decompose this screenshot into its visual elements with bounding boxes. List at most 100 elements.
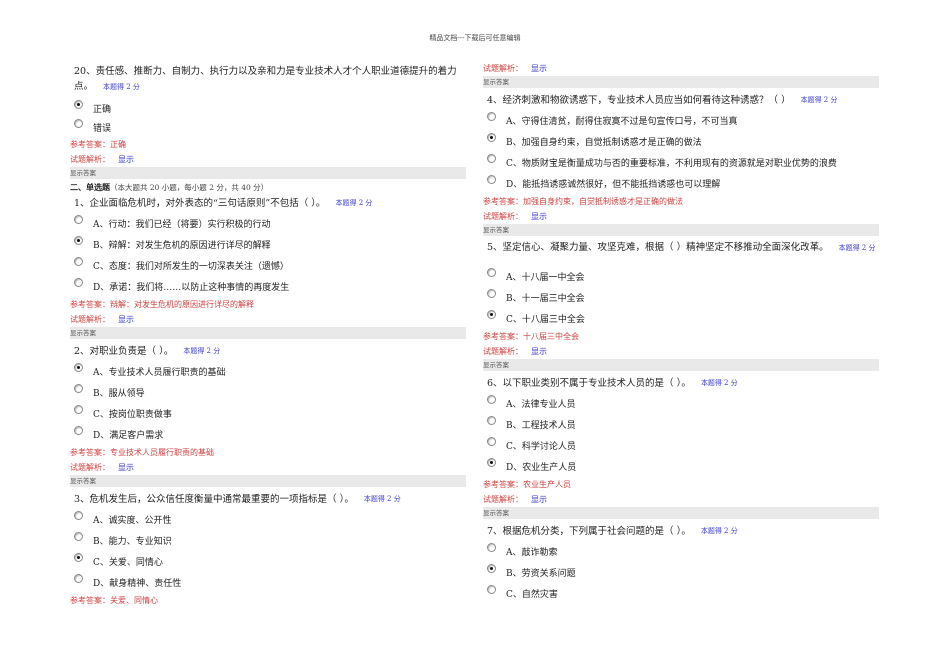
answer-option[interactable]: C、关爱、同情心 (70, 551, 466, 572)
document-page: 精品文档---下载后可任意编辑 20、责任感、推断力、自制力、执行力以及亲和力是… (0, 0, 950, 672)
reference-answer: 参考答案：正确 (70, 137, 466, 152)
radio-icon[interactable] (74, 532, 83, 541)
left-column: 20、责任感、推断力、自制力、执行力以及亲和力是专业技术人才个人职业道德提升的着… (70, 64, 466, 608)
radio-icon[interactable] (487, 154, 496, 163)
option-label: A、十八届一中全会 (506, 273, 585, 283)
answer-option[interactable]: B、辩解：对发生危机的原因进行详尽的解释 (70, 234, 466, 255)
radio-selected-icon[interactable] (487, 564, 496, 573)
option-label: D、能抵挡诱惑诚然很好，但不能抵挡诱惑也可以理解 (506, 180, 721, 190)
show-answer-bar[interactable]: 显示答案 (70, 327, 466, 339)
option-label: 错误 (93, 124, 112, 134)
reference-answer-label: 参考答案： (70, 140, 110, 149)
show-analysis-link[interactable]: 显示 (531, 212, 547, 221)
option-label: B、劳资关系问题 (506, 569, 576, 579)
show-answer-bar[interactable]: 显示答案 (483, 507, 879, 519)
answer-option[interactable]: A、行动：我们已经（将要）实行积极的行动 (70, 213, 466, 234)
reference-answer-label: 参考答案： (483, 197, 523, 206)
radio-icon[interactable] (487, 437, 496, 446)
radio-icon[interactable] (487, 268, 496, 277)
question-score: 本题得 2 分 (335, 198, 373, 207)
radio-selected-icon[interactable] (74, 363, 83, 372)
show-answer-bar[interactable]: 显示答案 (70, 475, 466, 487)
answer-option[interactable]: 正确 (70, 99, 466, 118)
radio-icon[interactable] (74, 405, 83, 414)
section-note: （本大题共 20 小题，每小题 2 分，共 40 分） (110, 183, 269, 192)
answer-option[interactable]: D、献身精神、责任性 (70, 572, 466, 593)
answer-option[interactable]: D、承诺：我们将……以防止这种事情的再度发生 (70, 276, 466, 297)
question-score: 本题得 2 分 (363, 494, 401, 503)
radio-icon[interactable] (74, 384, 83, 393)
option-label: C、十八届三中全会 (506, 315, 585, 325)
radio-selected-icon[interactable] (74, 100, 83, 109)
answer-option[interactable]: A、诚实度、公开性 (70, 509, 466, 530)
reference-answer-label: 参考答案： (70, 300, 110, 309)
answer-option[interactable]: B、能力、专业知识 (70, 530, 466, 551)
answer-option[interactable]: A、守得住清贫，耐得住寂寞不过是句宣传口号，不可当真 (483, 110, 879, 131)
answer-option[interactable]: C、科学讨论人员 (483, 435, 879, 456)
reference-answer-text: 十八届三中全会 (523, 332, 579, 341)
radio-icon[interactable] (74, 257, 83, 266)
reference-answer-text: 关爱、同情心 (110, 596, 158, 605)
analysis-label: 试题解析： (70, 315, 110, 324)
question-text: 1、企业面临危机时，对外表态的“三句话原则”不包括（ ）。 本题得 2 分 (70, 193, 466, 213)
show-analysis-link[interactable]: 显示 (118, 315, 134, 324)
answer-option[interactable]: A、十八届一中全会 (483, 266, 879, 287)
show-analysis-link[interactable]: 显示 (118, 155, 134, 164)
question-score: 本题得 2 分 (800, 95, 838, 104)
radio-icon[interactable] (487, 416, 496, 425)
answer-option[interactable]: B、十一届三中全会 (483, 287, 879, 308)
answer-option[interactable]: A、法律专业人员 (483, 393, 879, 414)
reference-answer-text: 农业生产人员 (523, 480, 571, 489)
radio-selected-icon[interactable] (74, 553, 83, 562)
radio-icon[interactable] (487, 543, 496, 552)
show-answer-bar[interactable]: 显示答案 (483, 76, 879, 88)
show-analysis-link[interactable]: 显示 (118, 463, 134, 472)
answer-option[interactable]: B、劳资关系问题 (483, 562, 879, 583)
answer-option[interactable]: C、态度：我们对所发生的一切深表关注（遗憾） (70, 255, 466, 276)
radio-icon[interactable] (487, 585, 496, 594)
radio-icon[interactable] (74, 426, 83, 435)
answer-option[interactable]: D、满足客户需求 (70, 424, 466, 445)
question-stem: 4、经济刺激和物欲诱惑下，专业技术人员应当如何看待这种诱惑？（ ） (487, 94, 791, 106)
show-analysis-link[interactable]: 显示 (531, 64, 547, 73)
show-answer-bar[interactable]: 显示答案 (483, 359, 879, 371)
answer-option[interactable]: C、按岗位职责做事 (70, 403, 466, 424)
option-label: C、按岗位职责做事 (93, 410, 172, 420)
analysis-label: 试题解析： (70, 463, 110, 472)
analysis-row: 试题解析： 显示 (70, 312, 466, 327)
answer-option[interactable]: B、加强自身约束，自觉抵制诱惑才是正确的做法 (483, 131, 879, 152)
analysis-row: 试题解析： 显示 (483, 344, 879, 359)
answer-option[interactable]: C、物质财宝是衡量成功与否的重要标准，不利用现有的资源就是对职业优势的浪费 (483, 152, 879, 173)
radio-icon[interactable] (74, 511, 83, 520)
radio-selected-icon[interactable] (74, 236, 83, 245)
radio-selected-icon[interactable] (487, 133, 496, 142)
question-text: 3、危机发生后，公众信任度衡量中通常最重要的一项指标是（ ）。 本题得 2 分 (70, 489, 466, 509)
radio-icon[interactable] (74, 215, 83, 224)
answer-option[interactable]: D、农业生产人员 (483, 456, 879, 477)
answer-option[interactable]: 错误 (70, 118, 466, 137)
radio-icon[interactable] (487, 289, 496, 298)
answer-option[interactable]: A、专业技术人员履行职责的基础 (70, 361, 466, 382)
radio-icon[interactable] (74, 278, 83, 287)
option-label: A、敲诈勒索 (506, 548, 558, 558)
radio-icon[interactable] (74, 574, 83, 583)
answer-option[interactable]: D、能抵挡诱惑诚然很好，但不能抵挡诱惑也可以理解 (483, 173, 879, 194)
show-answer-bar[interactable]: 显示答案 (70, 167, 466, 179)
answer-option[interactable]: C、十八届三中全会 (483, 308, 879, 329)
show-answer-bar[interactable]: 显示答案 (483, 224, 879, 236)
radio-icon[interactable] (487, 112, 496, 121)
question-stem: 5、坚定信心、凝聚力量、攻坚克难，根据（ ）精神坚定不移推动全面深化改革。 (487, 242, 829, 253)
radio-icon[interactable] (487, 175, 496, 184)
analysis-label: 试题解析： (483, 212, 523, 221)
reference-answer: 参考答案：十八届三中全会 (483, 329, 879, 344)
radio-icon[interactable] (487, 395, 496, 404)
radio-selected-icon[interactable] (487, 310, 496, 319)
show-analysis-link[interactable]: 显示 (531, 347, 547, 356)
answer-option[interactable]: A、敲诈勒索 (483, 541, 879, 562)
radio-selected-icon[interactable] (487, 458, 496, 467)
answer-option[interactable]: B、工程技术人员 (483, 414, 879, 435)
radio-icon[interactable] (74, 119, 83, 128)
show-analysis-link[interactable]: 显示 (531, 495, 547, 504)
answer-option[interactable]: C、自然灾害 (483, 583, 879, 604)
answer-option[interactable]: B、服从领导 (70, 382, 466, 403)
